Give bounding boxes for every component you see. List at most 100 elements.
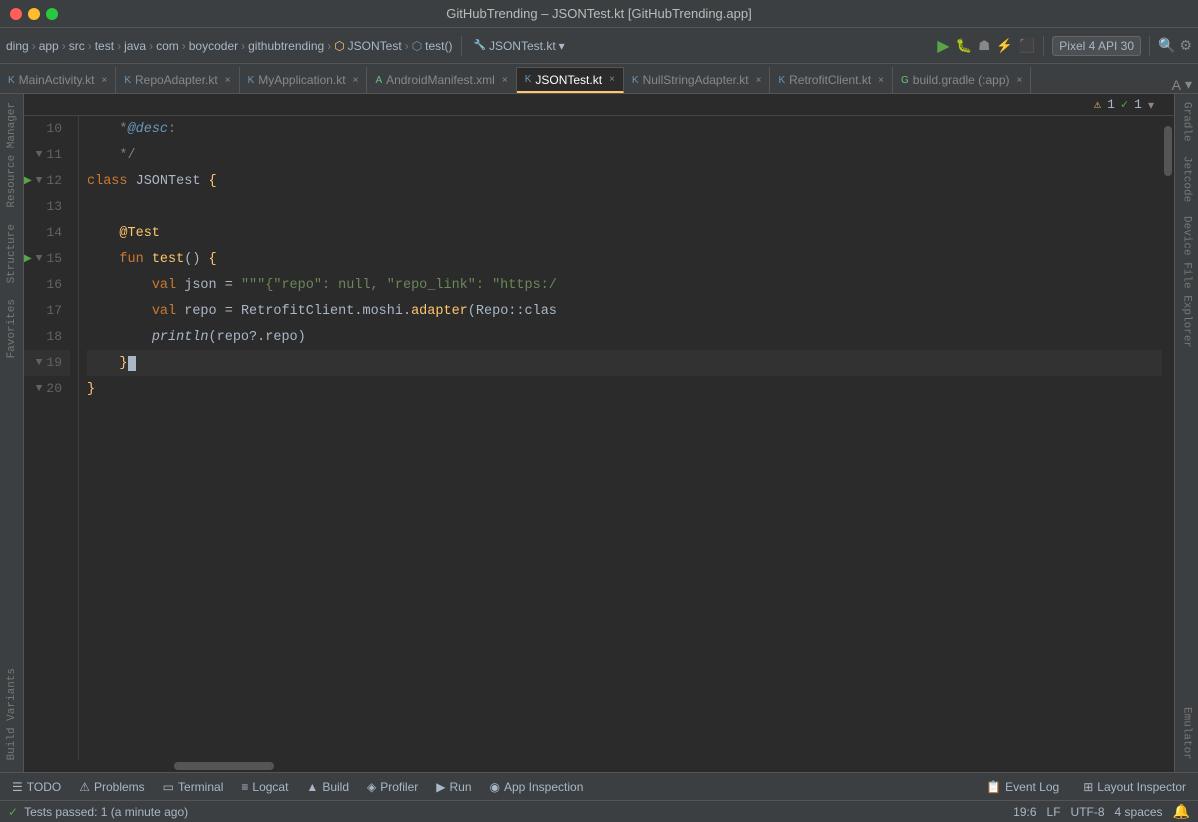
- bottom-tab-eventlog[interactable]: 📋 Event Log: [978, 777, 1067, 797]
- fold-gutter-12[interactable]: ▼: [36, 168, 43, 194]
- cursor-position[interactable]: 19:6: [1013, 805, 1036, 819]
- close-button[interactable]: [10, 8, 22, 20]
- tab-repoadapter[interactable]: K RepoAdapter.kt ×: [116, 67, 239, 93]
- run-button[interactable]: ▶: [935, 34, 951, 58]
- breadcrumb-ding[interactable]: ding: [6, 39, 29, 53]
- jetcode-panel[interactable]: Jetcode: [1179, 152, 1195, 206]
- appinspection-label: App Inspection: [504, 780, 583, 794]
- tab-myapplication[interactable]: K MyApplication.kt ×: [240, 67, 368, 93]
- tab-settings-button[interactable]: A: [1172, 77, 1181, 93]
- profile-button[interactable]: ⚡: [996, 38, 1013, 54]
- breadcrumb-com[interactable]: com: [156, 39, 179, 53]
- structure-panel[interactable]: Structure: [4, 220, 20, 287]
- bottom-tab-right: 📋 Event Log ⊞ Layout Inspector: [978, 777, 1194, 797]
- run-config-selector[interactable]: 🔧 JSONTest.kt ▾: [470, 37, 569, 55]
- tab-buildgradle[interactable]: G build.gradle (:app) ×: [893, 67, 1031, 93]
- bottom-tab-layoutinspector[interactable]: ⊞ Layout Inspector: [1075, 777, 1194, 797]
- emulator-panel[interactable]: Emulator: [1179, 703, 1195, 764]
- minimize-button[interactable]: [28, 8, 40, 20]
- coverage-button[interactable]: ☗: [978, 38, 990, 54]
- bottom-tab-logcat[interactable]: ≡ Logcat: [233, 777, 296, 797]
- fold-gutter-11[interactable]: ▼: [36, 142, 43, 168]
- code-line-15: fun test() {: [87, 246, 1162, 272]
- window-controls[interactable]: [10, 8, 58, 20]
- tab-androidmanifest[interactable]: A AndroidManifest.xml ×: [367, 67, 516, 93]
- close-tab-nullstringadapter[interactable]: ×: [756, 75, 762, 86]
- tab-mainactivity[interactable]: K MainActivity.kt ×: [0, 67, 116, 93]
- settings-gear-icon[interactable]: ⚙: [1179, 37, 1192, 54]
- bottom-tab-build[interactable]: ▲ Build: [298, 777, 357, 797]
- breadcrumb-boycoder[interactable]: boycoder: [189, 39, 238, 53]
- debug-button[interactable]: 🐛: [956, 38, 973, 54]
- warnings-expand-button[interactable]: ▾: [1148, 98, 1154, 112]
- bottom-tab-bar: ☰ TODO ⚠ Problems ▭ Terminal ≡ Logcat ▲ …: [0, 772, 1198, 800]
- editor-empty-space[interactable]: [87, 402, 1162, 602]
- device-file-explorer-panel[interactable]: Device File Explorer: [1179, 212, 1195, 352]
- line-number-20: ▼ 20: [24, 376, 70, 402]
- breadcrumb-app[interactable]: app: [39, 39, 59, 53]
- close-tab-jsontest[interactable]: ×: [609, 74, 615, 85]
- bottom-tab-terminal[interactable]: ▭ Terminal: [155, 777, 232, 797]
- breadcrumb-githubtrending[interactable]: githubtrending: [248, 39, 324, 53]
- breadcrumb-test-fn[interactable]: ⬡ test(): [412, 39, 453, 53]
- bottom-tab-todo[interactable]: ☰ TODO: [4, 777, 69, 797]
- bottom-tab-appinspection[interactable]: ◉ App Inspection: [482, 777, 592, 797]
- build-icon: ▲: [306, 780, 318, 794]
- stop-button[interactable]: ⬛: [1019, 38, 1036, 54]
- horizontal-scrollbar[interactable]: [24, 760, 1174, 772]
- fold-gutter-15[interactable]: ▼: [36, 246, 43, 272]
- code-content[interactable]: * @desc: */ class JSONTest { @Test: [79, 116, 1162, 760]
- maximize-button[interactable]: [46, 8, 58, 20]
- tab-nullstringadapter[interactable]: K NullStringAdapter.kt ×: [624, 67, 771, 93]
- code-line-13: [87, 194, 1162, 220]
- tab-retrofitclient[interactable]: K RetrofitClient.kt ×: [770, 67, 893, 93]
- close-tab-retrofitclient[interactable]: ×: [878, 75, 884, 86]
- encoding[interactable]: UTF-8: [1071, 805, 1105, 819]
- favorites-panel[interactable]: Favorites: [4, 295, 20, 362]
- notification-icon[interactable]: 🔔: [1173, 803, 1190, 820]
- bottom-tab-profiler[interactable]: ◈ Profiler: [359, 777, 426, 797]
- status-right: 19:6 LF UTF-8 4 spaces 🔔: [1013, 803, 1190, 820]
- title-bar: GitHubTrending – JSONTest.kt [GitHubTren…: [0, 0, 1198, 28]
- search-button[interactable]: 🔍: [1158, 37, 1175, 54]
- close-tab-mainactivity[interactable]: ×: [101, 75, 107, 86]
- toolbar-separator-3: [1149, 36, 1150, 56]
- code-editor[interactable]: 10 ▼ 11 ▶ ▼ 12 13 14 ▶: [24, 116, 1174, 760]
- run-config-label: JSONTest.kt: [489, 39, 556, 53]
- run-gutter-15[interactable]: ▶: [24, 246, 32, 272]
- line-number-17: 17: [24, 298, 70, 324]
- breadcrumb-java[interactable]: java: [124, 39, 146, 53]
- scrollbar-thumb[interactable]: [1164, 126, 1172, 176]
- gradle-panel[interactable]: Gradle: [1179, 98, 1195, 146]
- bottom-tab-run[interactable]: ▶ Run: [428, 777, 479, 797]
- fold-gutter-19[interactable]: ▼: [36, 350, 43, 376]
- toolbar-separator-2: [1043, 36, 1044, 56]
- tab-bar-end: A ▾: [1172, 76, 1198, 93]
- profiler-label: Profiler: [380, 780, 418, 794]
- breadcrumb-src[interactable]: src: [69, 39, 85, 53]
- editor-vertical-scrollbar[interactable]: [1162, 116, 1174, 760]
- code-line-18: println(repo?.repo): [87, 324, 1162, 350]
- fold-gutter-20[interactable]: ▼: [36, 376, 43, 402]
- editor-area: ⚠ 1 ✓ 1 ▾ 10 ▼ 11 ▶ ▼ 12: [24, 94, 1174, 772]
- breadcrumb-jsontest[interactable]: ⬡ JSONTest: [334, 39, 402, 53]
- build-variants-panel[interactable]: Build Variants: [4, 664, 20, 764]
- close-tab-buildgradle[interactable]: ×: [1017, 75, 1023, 86]
- close-tab-androidmanifest[interactable]: ×: [502, 75, 508, 86]
- tab-expand-button[interactable]: ▾: [1185, 76, 1192, 93]
- breadcrumb-test[interactable]: test: [95, 39, 114, 53]
- appinspection-icon: ◉: [490, 780, 500, 794]
- line-ending[interactable]: LF: [1047, 805, 1061, 819]
- close-tab-repoadapter[interactable]: ×: [225, 75, 231, 86]
- device-selector[interactable]: Pixel 4 API 30: [1052, 36, 1141, 56]
- h-scrollbar-thumb[interactable]: [174, 762, 274, 770]
- layout-inspector-label: Layout Inspector: [1097, 780, 1186, 794]
- indent[interactable]: 4 spaces: [1115, 805, 1163, 819]
- close-tab-myapplication[interactable]: ×: [353, 75, 359, 86]
- run-gutter-12[interactable]: ▶: [24, 168, 32, 194]
- warning-count: 1: [1107, 97, 1115, 112]
- line-number-13: 13: [24, 194, 70, 220]
- tab-jsontest[interactable]: K JSONTest.kt ×: [517, 67, 624, 93]
- bottom-tab-problems[interactable]: ⚠ Problems: [71, 777, 152, 797]
- resource-manager-panel[interactable]: Resource Manager: [4, 98, 20, 212]
